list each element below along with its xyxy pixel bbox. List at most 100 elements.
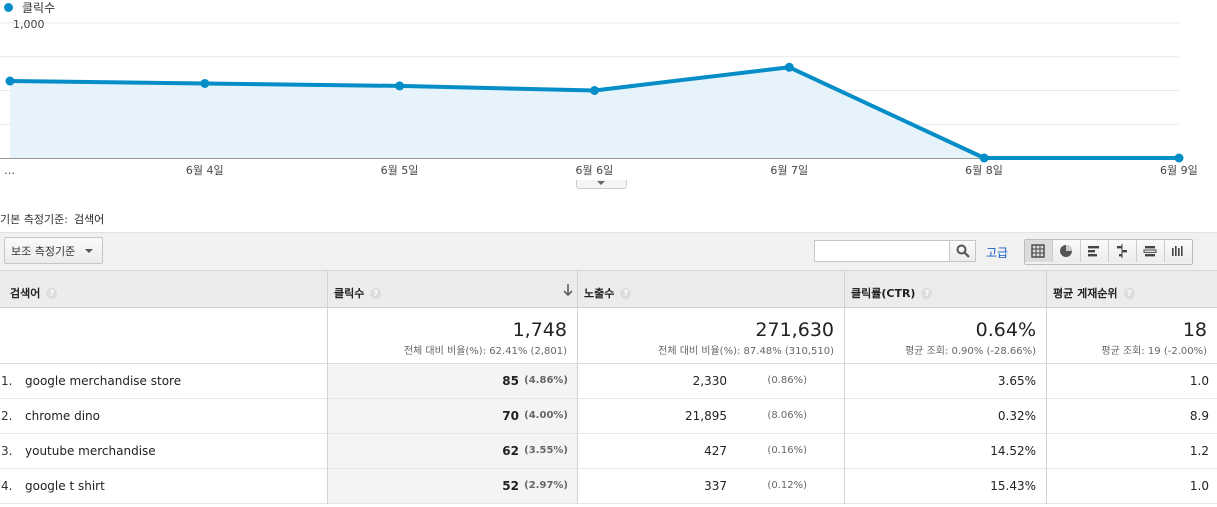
table-search-input[interactable] [814,240,950,262]
summary-position: 18 평균 조회: 19 (-2.00%) [1046,308,1217,364]
summary-keyword-cell [0,308,328,364]
help-icon[interactable]: ? [46,287,58,299]
summary-impressions-sub: 전체 대비 비율(%): 87.48% (310,510) [658,346,834,357]
header-clicks[interactable]: 클릭수? [328,270,577,308]
column-divider [844,270,845,504]
chevron-down-icon [597,181,605,185]
summary-ctr-sub: 평균 조회: 0.90% (-28.66%) [904,346,1036,357]
table-row: 4. google t shirt 52 (2.97%) 337 (0.12%) 1… [0,469,1217,504]
series-dot-icon [4,2,13,12]
summary-ctr: 0.64% 평균 조회: 0.90% (-28.66%) [844,308,1046,364]
row-position: 1.0 [1189,374,1209,388]
x-tick-label: 6월 5일 [381,163,419,177]
help-icon[interactable]: ? [1123,287,1135,299]
header-impressions[interactable]: 노출수? [577,270,844,308]
row-clicks-cell: 52 (2.97%) [328,469,577,503]
summary-clicks-sub: 전체 대비 비율(%): 62.41% (2,801) [403,346,567,357]
data-point [784,62,794,72]
search-icon [956,244,970,258]
row-number: 1. [1,374,13,388]
advanced-filter-link[interactable]: 고급 [986,244,1008,261]
pivot-icon [1143,246,1157,257]
row-clicks-cell: 62 (3.55%) [328,434,577,468]
data-point [200,78,210,88]
data-point [1174,153,1184,163]
summary-impressions: 271,630 전체 대비 비율(%): 87.48% (310,510) [577,308,844,364]
primary-dimension-label: 기본 측정기준: [0,213,68,226]
row-impressions-pct: (0.16%) [767,445,807,456]
row-clicks-pct: (3.55%) [524,445,568,456]
primary-dimension-value[interactable]: 검색어 [74,213,104,226]
summary-position-value: 18 [1182,319,1207,341]
row-impressions: 2,330 [692,374,727,388]
summary-clicks-value: 1,748 [512,319,567,341]
header-ctr[interactable]: 클릭률(CTR)? [844,270,1046,308]
pie-icon [1060,245,1072,257]
table-row: 1. google merchandise store 85 (4.86%) 2,… [0,364,1217,399]
sort-desc-icon[interactable] [563,284,573,296]
row-position: 8.9 [1189,409,1209,423]
summary-position-sub: 평균 조회: 19 (-2.00%) [1101,346,1207,357]
header-keyword[interactable]: 검색어? [0,270,328,308]
line-chart[interactable]: 1,000500…6월 4일6월 5일6월 6일6월 7일6월 8일6월 9일 [0,14,1217,180]
help-icon[interactable]: ? [921,287,933,299]
row-ctr: 15.43% [990,479,1036,493]
header-keyword-label: 검색어 [10,287,41,300]
row-impressions-pct: (0.86%) [767,375,807,386]
primary-dimension: 기본 측정기준: 검색어 [0,211,104,227]
row-keyword[interactable]: chrome dino [25,409,100,423]
row-ctr: 14.52% [990,444,1036,458]
chevron-down-icon [85,248,94,253]
column-divider [327,270,328,504]
grid-icon [1031,244,1045,258]
header-ctr-label: 클릭률(CTR) [851,287,916,300]
view-pie-button[interactable] [1053,240,1081,262]
row-clicks: 52 [502,479,519,493]
chart-legend[interactable]: 클릭수 [4,0,55,15]
search-button[interactable] [949,240,976,262]
view-table-button[interactable] [1025,240,1053,262]
header-position[interactable]: 평균 게재순위? [1046,270,1217,308]
view-pivot-button[interactable] [1137,240,1165,262]
comparison-icon [1117,244,1127,258]
row-impressions: 427 [704,444,727,458]
bar-icon [1088,246,1099,257]
data-point [979,153,989,163]
row-impressions-pct: (0.12%) [767,480,807,491]
secondary-dimension-label: 보조 측정기준 [11,244,76,258]
x-tick-label: 6월 8일 [965,163,1003,177]
summary-impressions-value: 271,630 [755,319,834,341]
view-term-cloud-button[interactable] [1165,240,1192,262]
row-impressions: 21,895 [685,409,727,423]
data-point [395,81,405,91]
row-clicks: 85 [502,374,519,388]
row-number: 2. [1,409,13,423]
column-divider [577,270,578,504]
y-tick-label: 1,000 [13,18,45,31]
row-number: 4. [1,479,13,493]
row-ctr: 0.32% [997,409,1036,423]
view-comparison-button[interactable] [1109,240,1137,262]
x-tick-label: … [4,164,15,177]
header-impressions-label: 노출수 [584,287,615,300]
summary-clicks: 1,748 전체 대비 비율(%): 62.41% (2,801) [328,308,577,364]
x-tick-label: 6월 9일 [1160,163,1198,177]
row-keyword[interactable]: google t shirt [25,479,105,493]
row-position: 1.2 [1189,444,1209,458]
row-impressions-pct: (8.06%) [767,410,807,421]
row-keyword[interactable]: youtube merchandise [25,444,156,458]
row-ctr: 3.65% [997,374,1036,388]
secondary-dimension-dropdown[interactable]: 보조 측정기준 [4,237,103,264]
help-icon[interactable]: ? [370,287,382,299]
help-icon[interactable]: ? [620,287,632,299]
row-clicks-cell: 70 (4.00%) [328,399,577,433]
view-switcher [1024,239,1193,265]
header-position-label: 평균 게재순위 [1053,287,1118,300]
x-tick-label: 6월 4일 [186,163,224,177]
view-performance-button[interactable] [1081,240,1109,262]
row-keyword[interactable]: google merchandise store [25,374,181,388]
chart-collapse-toggle[interactable] [576,180,627,189]
data-point [590,86,599,95]
row-clicks: 70 [502,409,519,423]
series-area [10,67,1179,158]
